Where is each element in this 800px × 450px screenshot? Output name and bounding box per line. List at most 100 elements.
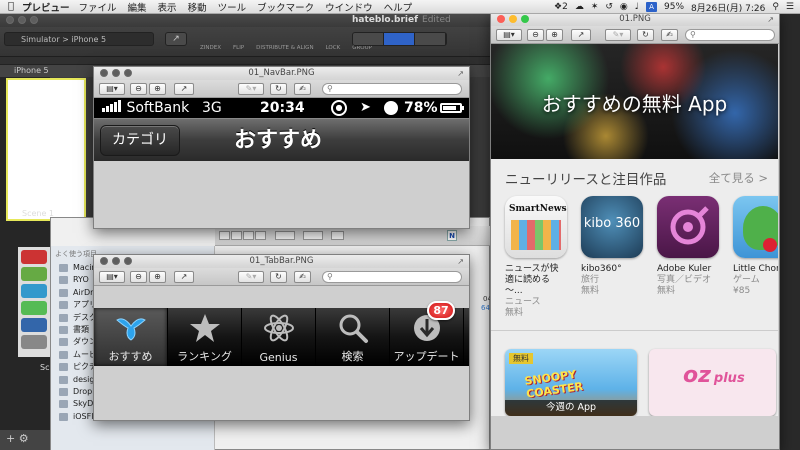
editor-share-button[interactable]: ↗ (165, 32, 187, 46)
zoom-icon[interactable] (124, 69, 132, 77)
app-badge-n[interactable]: N (447, 230, 457, 241)
zoom-icon[interactable] (124, 257, 132, 265)
battery-percent[interactable]: 95% (664, 2, 684, 12)
share-icon[interactable]: ↗ (174, 83, 194, 95)
search-input[interactable]: ⚲ (322, 83, 462, 95)
thumb-item[interactable] (21, 318, 47, 332)
editor-mode-segment[interactable] (352, 32, 447, 46)
fullscreen-icon[interactable]: ↗ (767, 13, 774, 26)
minimize-icon[interactable] (112, 257, 120, 265)
ozplus-banner[interactable]: oz plus (649, 349, 776, 416)
simulator-selector[interactable]: Simulator > iPhone 5 (4, 32, 154, 46)
editor-add-button[interactable]: + ⚙ (0, 430, 50, 450)
zoom-in-icon[interactable]: ⊕ (149, 83, 166, 95)
menu-view[interactable]: 表示 (158, 0, 177, 14)
zoom-out-icon[interactable]: ⊖ (130, 83, 147, 95)
wifi-icon[interactable]: ◉ (620, 2, 628, 12)
menu-file[interactable]: ファイル (79, 0, 117, 14)
zoom-out-icon[interactable]: ⊖ (527, 29, 544, 41)
menu-app-name[interactable]: プレビュー (22, 0, 70, 14)
weekly-app-banner[interactable]: 無料 SNOOPY COASTER 今週の App (505, 349, 637, 416)
preview-toolbar: ▤▾ ⊖ ⊕ ↗ ✎▾ ↻ ✍ ⚲ (94, 268, 469, 286)
tab-ranking[interactable]: ランキング (168, 308, 242, 366)
fullscreen-icon[interactable]: ↗ (457, 67, 464, 80)
zoom-in-icon[interactable]: ⊕ (546, 29, 563, 41)
rotate-icon[interactable]: ↻ (270, 271, 287, 283)
bluetooth-icon[interactable]: ✶ (591, 2, 599, 12)
zoom-icon[interactable] (30, 16, 38, 24)
share-icon[interactable]: ↗ (571, 29, 591, 41)
coverflow-view-icon[interactable] (255, 231, 266, 240)
tab-updates[interactable]: 87 アップデート (390, 301, 464, 366)
menu-edit[interactable]: 編集 (128, 0, 147, 14)
zoom-out-icon[interactable]: ⊖ (130, 271, 147, 283)
tab-search[interactable]: 検索 (316, 308, 390, 366)
close-icon[interactable] (100, 69, 108, 77)
minimize-icon[interactable] (509, 15, 517, 23)
rotate-icon[interactable]: ↻ (270, 83, 287, 95)
dropbox-icon[interactable]: ❖2 (554, 2, 568, 12)
tab-featured[interactable]: おすすめ (94, 308, 168, 366)
fullscreen-icon[interactable]: ↗ (457, 255, 464, 268)
zoom-in-icon[interactable]: ⊕ (149, 271, 166, 283)
ime-icon[interactable]: A (646, 2, 658, 12)
apple-menu-icon[interactable]:  (0, 1, 22, 12)
app-item[interactable]: Adobe Kuler 写真／ビデオ 無料 (657, 196, 719, 319)
minimize-icon[interactable] (18, 16, 26, 24)
thumb-item[interactable] (21, 267, 47, 281)
see-all-link[interactable]: 全て見る > (709, 170, 768, 186)
zoom-icon[interactable] (521, 15, 529, 23)
arrange-icon[interactable] (303, 231, 323, 240)
store-preview-window: 01.PNG ↗ ▤▾ ⊖ ⊕ ↗ ✎▾ ↻ ✍ ⚲ おすすめの無料 App ニ… (490, 12, 780, 450)
close-icon[interactable] (497, 15, 505, 23)
segment-center[interactable] (384, 33, 415, 45)
annotate-pen-icon[interactable]: ✎▾ (238, 271, 264, 283)
share-icon[interactable] (331, 231, 344, 240)
cloud-icon[interactable]: ☁ (575, 2, 584, 12)
scene-artboard[interactable] (6, 78, 86, 221)
scene-thumbnails[interactable] (18, 247, 50, 357)
close-icon[interactable] (6, 16, 14, 24)
menu-go[interactable]: 移動 (188, 0, 207, 14)
search-input[interactable]: ⚲ (322, 271, 462, 283)
rotate-icon[interactable]: ↻ (637, 29, 654, 41)
app-item[interactable]: kibo 360 kibo360° 旅行 無料 (581, 196, 643, 319)
sidebar-toggle-icon[interactable]: ▤▾ (99, 271, 125, 283)
annotate-pen-icon[interactable]: ✎▾ (238, 83, 264, 95)
tab-label: ランキング (177, 350, 232, 363)
edit-icon[interactable]: ✍ (661, 29, 678, 41)
notification-icon[interactable]: ☰ (786, 2, 794, 12)
menu-help[interactable]: ヘルプ (384, 0, 413, 14)
menu-tools[interactable]: ツール (218, 0, 247, 14)
spotlight-icon[interactable]: ⚲ (772, 2, 779, 12)
sidebar-toggle-icon[interactable]: ▤▾ (496, 29, 522, 41)
tab-genius[interactable]: Genius (242, 308, 316, 366)
minimize-icon[interactable] (112, 69, 120, 77)
action-gear-icon[interactable] (275, 231, 295, 240)
menu-window[interactable]: ウインドウ (325, 0, 373, 14)
app-item[interactable]: Little Chon ゲーム ¥85 (733, 196, 778, 319)
segment-left[interactable] (353, 33, 384, 45)
close-icon[interactable] (100, 257, 108, 265)
edit-icon[interactable]: ✍ (294, 271, 311, 283)
list-view-icon[interactable] (231, 231, 242, 240)
thumb-item[interactable] (21, 284, 47, 298)
segment-right[interactable] (415, 33, 446, 45)
thumb-item[interactable] (21, 301, 47, 315)
menu-clock[interactable]: 8月26日(月) 7:26 (691, 1, 765, 14)
thumb-item[interactable] (21, 335, 47, 349)
annotate-pen-icon[interactable]: ✎▾ (605, 29, 631, 41)
app-item[interactable]: SmartNews ニュースが快適に読める 〜... ニュース 無料 (505, 196, 567, 319)
column-view-icon[interactable] (243, 231, 254, 240)
category-button[interactable]: カテゴリ (100, 125, 180, 156)
thumb-item[interactable] (21, 250, 47, 264)
sidebar-toggle-icon[interactable]: ▤▾ (99, 83, 125, 95)
hero-banner[interactable]: おすすめの無料 App (491, 44, 778, 159)
share-icon[interactable]: ↗ (174, 271, 194, 283)
menu-bookmarks[interactable]: ブックマーク (257, 0, 314, 14)
search-input[interactable]: ⚲ (685, 29, 775, 41)
timemachine-icon[interactable]: ↺ (605, 2, 613, 12)
icon-view-icon[interactable] (219, 231, 230, 240)
volume-icon[interactable]: ♩ (635, 2, 639, 12)
edit-icon[interactable]: ✍ (294, 83, 311, 95)
